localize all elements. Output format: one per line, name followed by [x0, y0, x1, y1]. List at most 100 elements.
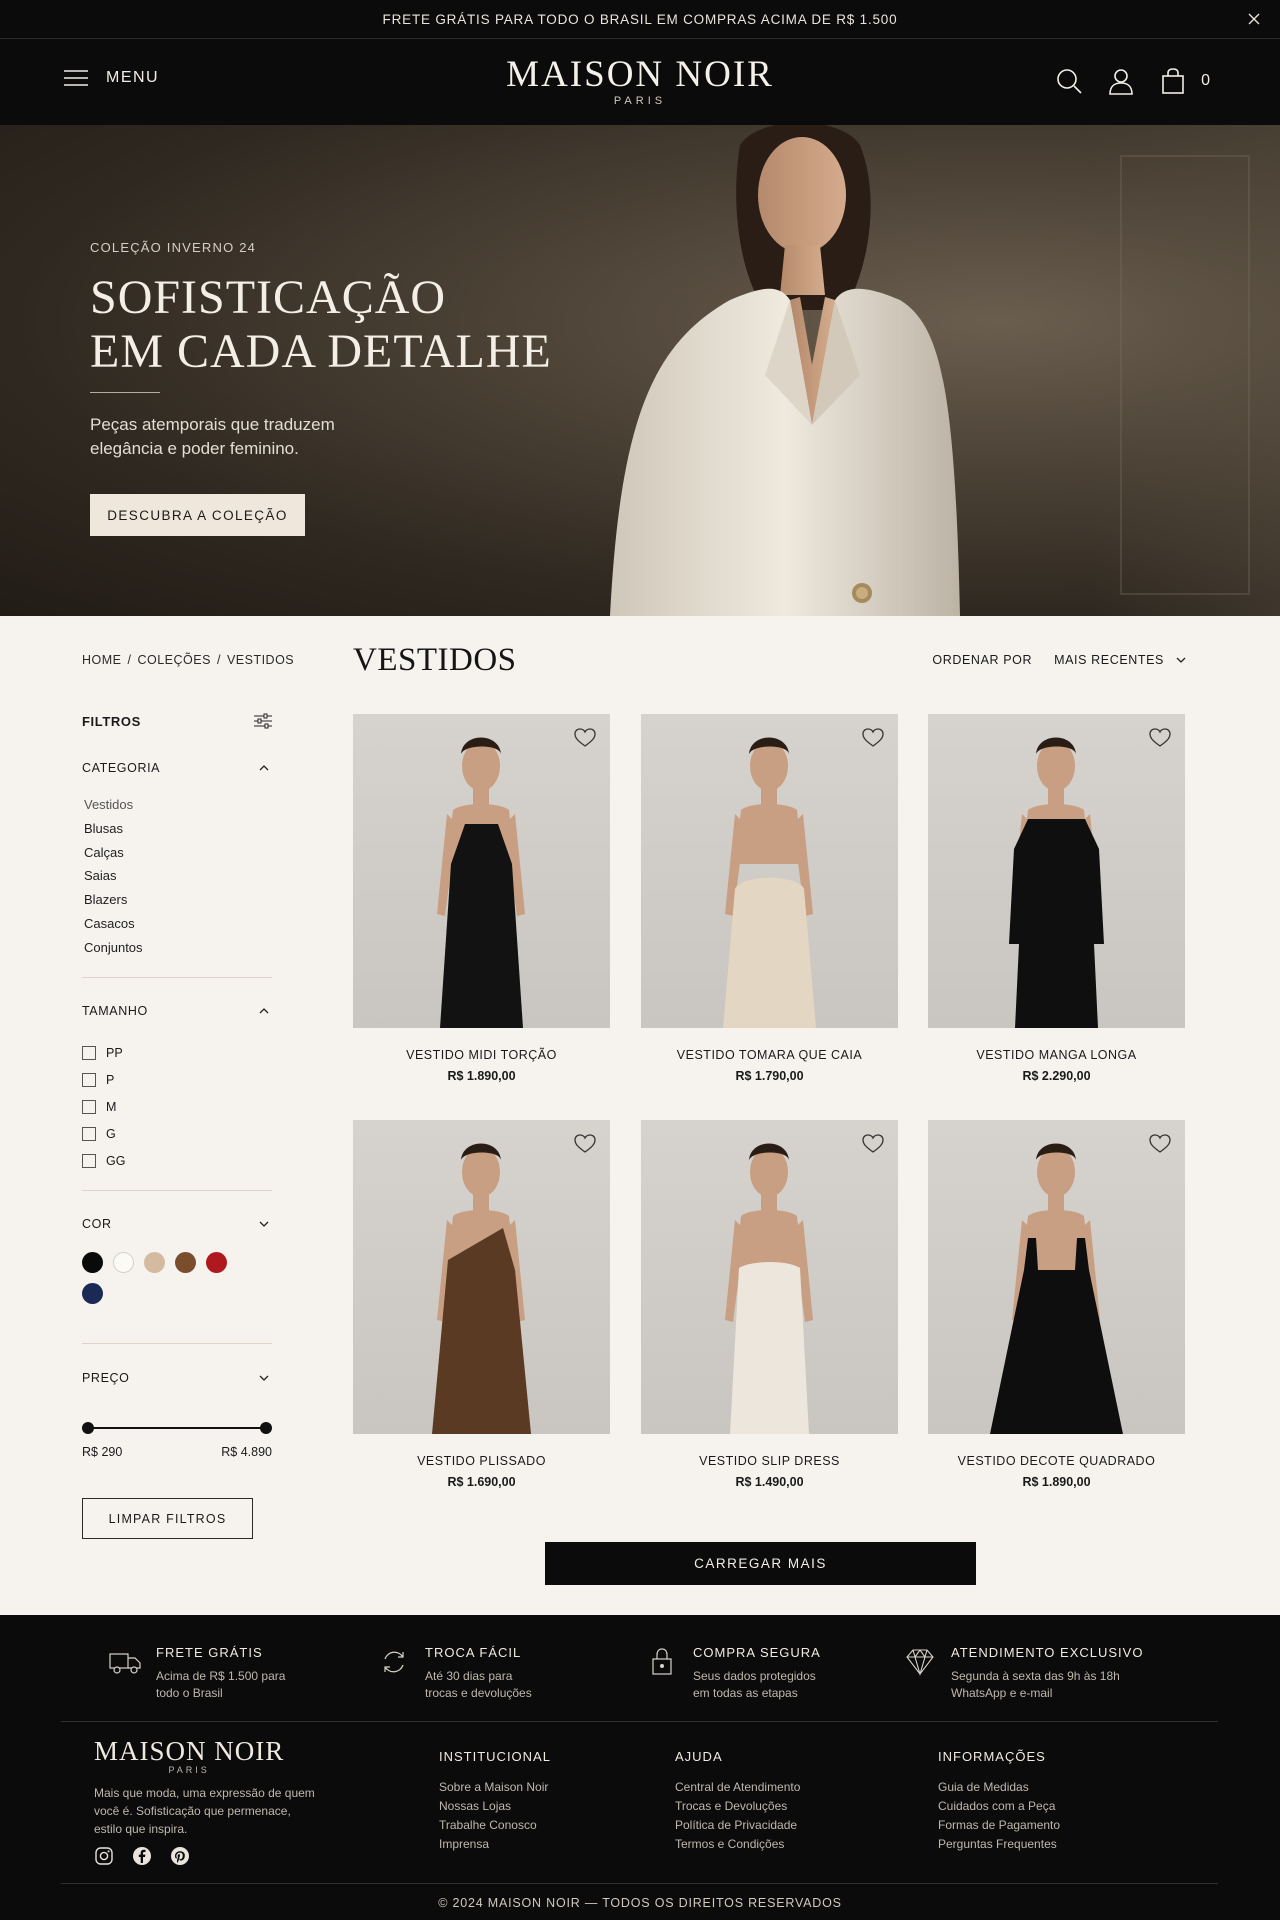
- footer-logo[interactable]: MAISON NOIR PARIS: [94, 1736, 284, 1775]
- color-swatch[interactable]: [144, 1252, 165, 1273]
- product-name[interactable]: VESTIDO PLISSADO: [353, 1454, 610, 1468]
- footer-link[interactable]: Política de Privacidade: [675, 1816, 800, 1835]
- hero-banner: COLEÇÃO INVERNO 24 SOFISTICAÇÃO EM CADA …: [0, 125, 1280, 616]
- footer-link[interactable]: Trabalhe Conosco: [439, 1816, 551, 1835]
- heart-icon[interactable]: [574, 1134, 596, 1154]
- hero-subtitle-line1: Peças atemporais que traduzem: [90, 415, 335, 434]
- feature-title: COMPRA SEGURA: [693, 1645, 821, 1660]
- category-item-saias[interactable]: Saias: [84, 864, 143, 888]
- footer-link[interactable]: Central de Atendimento: [675, 1778, 800, 1797]
- price-range-slider[interactable]: [82, 1421, 272, 1435]
- feature-title: ATENDIMENTO EXCLUSIVO: [951, 1645, 1144, 1660]
- size-label: PP: [106, 1046, 123, 1061]
- color-swatch[interactable]: [82, 1252, 103, 1273]
- color-filter-toggle[interactable]: COR: [82, 1217, 272, 1231]
- close-icon[interactable]: [1246, 11, 1262, 27]
- sort-value: MAIS RECENTES: [1054, 653, 1164, 667]
- footer-link[interactable]: Formas de Pagamento: [938, 1816, 1060, 1835]
- price-min-handle[interactable]: [82, 1422, 94, 1434]
- product-image[interactable]: [641, 714, 898, 1028]
- facebook-icon[interactable]: [132, 1846, 152, 1866]
- heart-icon[interactable]: [862, 1134, 884, 1154]
- footer-link[interactable]: Cuidados com a Peça: [938, 1797, 1060, 1816]
- feature-free-shipping: FRETE GRÁTIS Acima de R$ 1.500 para todo o…: [108, 1645, 285, 1702]
- checkbox[interactable]: [82, 1153, 96, 1168]
- product-image[interactable]: [928, 1120, 1185, 1434]
- size-label: G: [106, 1126, 116, 1141]
- feature-desc-line: Segunda à sexta das 9h às 18h: [951, 1669, 1120, 1683]
- category-item-calcas[interactable]: Calças: [84, 841, 143, 865]
- category-item-vestidos[interactable]: Vestidos: [84, 793, 143, 817]
- price-max-handle[interactable]: [260, 1422, 272, 1434]
- user-icon[interactable]: [1107, 67, 1135, 95]
- footer-column-help: AJUDA Central de Atendimento Trocas e De…: [675, 1749, 800, 1854]
- footer-link[interactable]: Guia de Medidas: [938, 1778, 1060, 1797]
- product-name[interactable]: VESTIDO MIDI TORÇÃO: [353, 1048, 610, 1062]
- product-name[interactable]: VESTIDO DECOTE QUADRADO: [928, 1454, 1185, 1468]
- product-card[interactable]: VESTIDO MANGA LONGA R$ 2.290,00: [928, 714, 1185, 1083]
- bag-icon[interactable]: [1159, 67, 1187, 95]
- product-name[interactable]: VESTIDO TOMARA QUE CAIA: [641, 1048, 898, 1062]
- product-name[interactable]: VESTIDO SLIP DRESS: [641, 1454, 898, 1468]
- product-card[interactable]: VESTIDO DECOTE QUADRADO R$ 1.890,00: [928, 1120, 1185, 1489]
- feature-desc-line: todo o Brasil: [156, 1686, 223, 1700]
- product-price: R$ 1.890,00: [447, 1069, 516, 1083]
- feature-desc: Até 30 dias para trocas e devoluções: [425, 1668, 532, 1702]
- heart-icon[interactable]: [574, 728, 596, 748]
- checkbox[interactable]: [82, 1046, 96, 1061]
- heart-icon[interactable]: [862, 728, 884, 748]
- diamond-icon: [906, 1649, 934, 1676]
- breadcrumb-home[interactable]: HOME: [82, 653, 122, 667]
- breadcrumb-collections[interactable]: COLEÇÕES: [137, 653, 210, 667]
- product-image[interactable]: [641, 1120, 898, 1434]
- footer-link[interactable]: Termos e Condições: [675, 1835, 800, 1854]
- size-option-p[interactable]: P: [82, 1067, 125, 1094]
- pinterest-icon[interactable]: [170, 1846, 190, 1866]
- category-item-blusas[interactable]: Blusas: [84, 817, 143, 841]
- size-option-m[interactable]: M: [82, 1094, 125, 1121]
- load-more-button[interactable]: CARREGAR MAIS: [545, 1542, 976, 1585]
- footer-link[interactable]: Nossas Lojas: [439, 1797, 551, 1816]
- size-option-gg[interactable]: GG: [82, 1147, 125, 1174]
- product-card[interactable]: VESTIDO PLISSADO R$ 1.690,00: [353, 1120, 610, 1489]
- color-swatch[interactable]: [113, 1252, 134, 1273]
- heart-icon[interactable]: [1149, 728, 1171, 748]
- sort-select[interactable]: MAIS RECENTES: [1054, 653, 1186, 667]
- footer-link[interactable]: Imprensa: [439, 1835, 551, 1854]
- footer-link[interactable]: Trocas e Devoluções: [675, 1797, 800, 1816]
- clear-filters-button[interactable]: LIMPAR FILTROS: [82, 1498, 253, 1539]
- search-icon[interactable]: [1055, 67, 1083, 95]
- size-label: P: [106, 1073, 115, 1088]
- size-filter-toggle[interactable]: TAMANHO: [82, 1004, 272, 1018]
- checkbox[interactable]: [82, 1099, 96, 1114]
- checkbox[interactable]: [82, 1073, 96, 1088]
- sort-control: ORDENAR POR MAIS RECENTES: [932, 653, 1186, 667]
- product-price: R$ 1.890,00: [1022, 1475, 1091, 1489]
- product-image[interactable]: [353, 1120, 610, 1434]
- color-swatch[interactable]: [82, 1283, 103, 1304]
- category-item-conjuntos[interactable]: Conjuntos: [84, 936, 143, 960]
- price-range-labels: R$ 290 R$ 4.890: [82, 1445, 272, 1459]
- category-item-blazers[interactable]: Blazers: [84, 888, 143, 912]
- price-filter-toggle[interactable]: PREÇO: [82, 1371, 272, 1385]
- product-card[interactable]: VESTIDO TOMARA QUE CAIA R$ 1.790,00: [641, 714, 898, 1083]
- product-card[interactable]: VESTIDO MIDI TORÇÃO R$ 1.890,00: [353, 714, 610, 1083]
- sliders-icon[interactable]: [254, 713, 272, 729]
- color-swatch[interactable]: [175, 1252, 196, 1273]
- product-image[interactable]: [928, 714, 1185, 1028]
- color-swatch[interactable]: [206, 1252, 227, 1273]
- footer-link[interactable]: Sobre a Maison Noir: [439, 1778, 551, 1797]
- feature-easy-exchange: TROCA FÁCIL Até 30 dias para trocas e devo…: [377, 1645, 532, 1702]
- product-name[interactable]: VESTIDO MANGA LONGA: [928, 1048, 1185, 1062]
- size-option-pp[interactable]: PP: [82, 1040, 125, 1067]
- size-option-g[interactable]: G: [82, 1120, 125, 1147]
- product-card[interactable]: VESTIDO SLIP DRESS R$ 1.490,00: [641, 1120, 898, 1489]
- heart-icon[interactable]: [1149, 1134, 1171, 1154]
- checkbox[interactable]: [82, 1126, 96, 1141]
- product-image[interactable]: [353, 714, 610, 1028]
- footer-link[interactable]: Perguntas Frequentes: [938, 1835, 1060, 1854]
- instagram-icon[interactable]: [94, 1846, 114, 1866]
- discover-collection-button[interactable]: DESCUBRA A COLEÇÃO: [90, 494, 305, 536]
- category-item-casacos[interactable]: Casacos: [84, 912, 143, 936]
- category-filter-toggle[interactable]: CATEGORIA: [82, 761, 272, 775]
